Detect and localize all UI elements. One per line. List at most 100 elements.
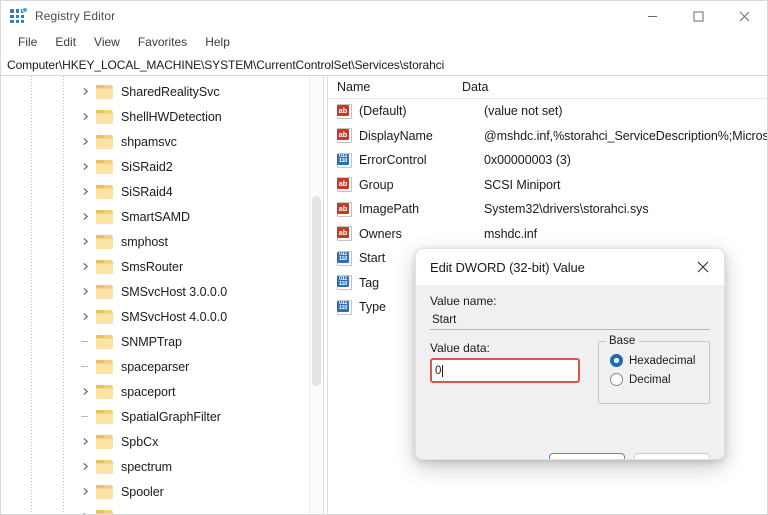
tree-item-shpamsvc[interactable]: shpamsvc	[1, 129, 309, 154]
string-value-icon: ab	[337, 128, 352, 144]
value-name-label: Value name:	[430, 294, 497, 308]
menu-item-view[interactable]: View	[85, 33, 129, 52]
string-value-icon: ab	[337, 201, 352, 217]
tree-item-label: Spooler	[121, 484, 164, 499]
value-row[interactable]: ab Group SCSI Miniport	[328, 173, 767, 198]
value-name-field[interactable]: Start	[430, 311, 710, 330]
ok-button[interactable]: OK	[549, 453, 625, 459]
tree-item-smartsamd[interactable]: SmartSAMD	[1, 204, 309, 229]
value-row[interactable]: ab Owners mshdc.inf	[328, 222, 767, 247]
value-name: ImagePath	[359, 202, 420, 217]
tree-item-spectrum[interactable]: spectrum	[1, 454, 309, 479]
tree-item-smsvchost-3-0-0-0[interactable]: SMSvcHost 3.0.0.0	[1, 279, 309, 304]
tree-item-label: sppsvc	[121, 510, 160, 515]
chevron-right-icon[interactable]	[79, 436, 91, 448]
string-value-icon: ab	[337, 103, 352, 119]
tree-item-sisraid4[interactable]: SiSRaid4	[1, 179, 309, 204]
registry-tree-list: SharedRealitySvc ShellHWDetection shpamsvc…	[1, 76, 309, 514]
value-data-input[interactable]: 0	[430, 358, 580, 383]
tree-item-spaceport[interactable]: spaceport	[1, 379, 309, 404]
tree-item-label: SmsRouter	[121, 259, 184, 274]
tree-item-label: SmartSAMD	[121, 209, 191, 224]
menu-item-file[interactable]: File	[9, 33, 46, 52]
registry-tree-scroll-area: SharedRealitySvc ShellHWDetection shpamsvc…	[1, 76, 309, 514]
maximize-icon[interactable]	[675, 1, 721, 31]
dword-value-icon: 011 110	[337, 250, 352, 266]
tree-item-sppsvc[interactable]: sppsvc	[1, 504, 309, 514]
tree-item-label: SMSvcHost 4.0.0.0	[121, 309, 228, 324]
chevron-right-icon[interactable]	[79, 236, 91, 248]
menu-item-help[interactable]: Help	[196, 33, 239, 52]
radio-decimal[interactable]: Decimal	[610, 370, 709, 389]
tree-item-spaceparser[interactable]: spaceparser	[1, 354, 309, 379]
tree-item-label: SharedRealitySvc	[121, 84, 220, 99]
chevron-right-icon[interactable]	[79, 111, 91, 123]
chevron-right-icon[interactable]	[79, 286, 91, 298]
folder-icon	[96, 159, 113, 174]
menu-item-edit[interactable]: Edit	[46, 33, 85, 52]
chevron-right-icon[interactable]	[79, 261, 91, 273]
tree-item-spooler[interactable]: Spooler	[1, 479, 309, 504]
dialog-body: Value name: Start Value data: 0 Base Hex…	[416, 285, 724, 459]
folder-icon	[96, 234, 113, 249]
menu-item-favorites[interactable]: Favorites	[129, 33, 196, 52]
folder-icon	[96, 459, 113, 474]
window-title: Registry Editor	[35, 9, 116, 23]
folder-icon	[96, 84, 113, 99]
tree-item-label: spaceparser	[121, 359, 190, 374]
value-data: (value not set)	[484, 104, 563, 119]
close-icon[interactable]	[682, 249, 724, 285]
chevron-right-icon[interactable]	[79, 386, 91, 398]
column-header-name[interactable]: Name	[328, 80, 462, 94]
close-icon[interactable]	[721, 1, 767, 31]
tree-item-smphost[interactable]: smphost	[1, 229, 309, 254]
value-data-column: Value data: 0	[430, 341, 580, 383]
chevron-right-icon[interactable]	[79, 511, 91, 514]
dword-value-icon: 011 110	[337, 152, 352, 168]
dword-value-icon: 011 110	[337, 275, 352, 291]
address-bar[interactable]: Computer\HKEY_LOCAL_MACHINE\SYSTEM\Curre…	[1, 54, 767, 76]
chevron-right-icon[interactable]	[79, 211, 91, 223]
values-column-header: Name Data	[328, 76, 767, 99]
tree-item-sisraid2[interactable]: SiSRaid2	[1, 154, 309, 179]
radio-hexadecimal-label: Hexadecimal	[629, 354, 696, 367]
tree-item-sharedrealitysvc[interactable]: SharedRealitySvc	[1, 79, 309, 104]
tree-vertical-scrollbar[interactable]	[309, 76, 323, 514]
folder-icon	[96, 434, 113, 449]
value-data: mshdc.inf	[484, 226, 538, 241]
tree-item-spbcx[interactable]: SpbCx	[1, 429, 309, 454]
chevron-right-icon[interactable]	[79, 186, 91, 198]
value-row[interactable]: ab ImagePath System32\drivers\storahci.sys	[328, 197, 767, 222]
tree-item-smsrouter[interactable]: SmsRouter	[1, 254, 309, 279]
chevron-right-icon[interactable]	[79, 136, 91, 148]
value-row[interactable]: ab (Default) (value not set)	[328, 99, 767, 124]
dialog-middle-row: Value data: 0 Base Hexadecimal Decimal	[430, 335, 710, 404]
dialog-title-bar: Edit DWORD (32-bit) Value	[416, 249, 724, 285]
folder-icon	[96, 334, 113, 349]
value-row[interactable]: 011 110 ErrorControl 0x00000003 (3)	[328, 148, 767, 173]
folder-icon	[96, 359, 113, 374]
value-name: DisplayName	[359, 128, 433, 143]
chevron-right-icon[interactable]	[79, 461, 91, 473]
tree-item-shellhwdetection[interactable]: ShellHWDetection	[1, 104, 309, 129]
chevron-right-icon[interactable]	[79, 86, 91, 98]
radio-hexadecimal[interactable]: Hexadecimal	[610, 351, 709, 370]
tree-leaf-connector	[81, 416, 88, 417]
chevron-right-icon[interactable]	[79, 311, 91, 323]
cancel-button[interactable]: Cancel	[634, 453, 710, 459]
tree-item-label: SiSRaid4	[121, 184, 173, 199]
edit-dword-dialog: Edit DWORD (32-bit) Value Value name: St…	[415, 248, 725, 460]
tree-item-smsvchost-4-0-0-0[interactable]: SMSvcHost 4.0.0.0	[1, 304, 309, 329]
chevron-right-icon[interactable]	[79, 486, 91, 498]
chevron-right-icon[interactable]	[79, 161, 91, 173]
folder-icon	[96, 209, 113, 224]
minimize-icon[interactable]	[629, 1, 675, 31]
folder-icon	[96, 109, 113, 124]
radio-hexadecimal-indicator[interactable]	[610, 354, 623, 367]
tree-item-spatialgraphfilter[interactable]: SpatialGraphFilter	[1, 404, 309, 429]
radio-decimal-indicator[interactable]	[610, 373, 623, 386]
tree-item-snmptrap[interactable]: SNMPTrap	[1, 329, 309, 354]
scrollbar-thumb[interactable]	[312, 196, 321, 386]
column-header-data[interactable]: Data	[462, 80, 488, 94]
value-row[interactable]: ab DisplayName @mshdc.inf,%storahci_Servic…	[328, 124, 767, 149]
